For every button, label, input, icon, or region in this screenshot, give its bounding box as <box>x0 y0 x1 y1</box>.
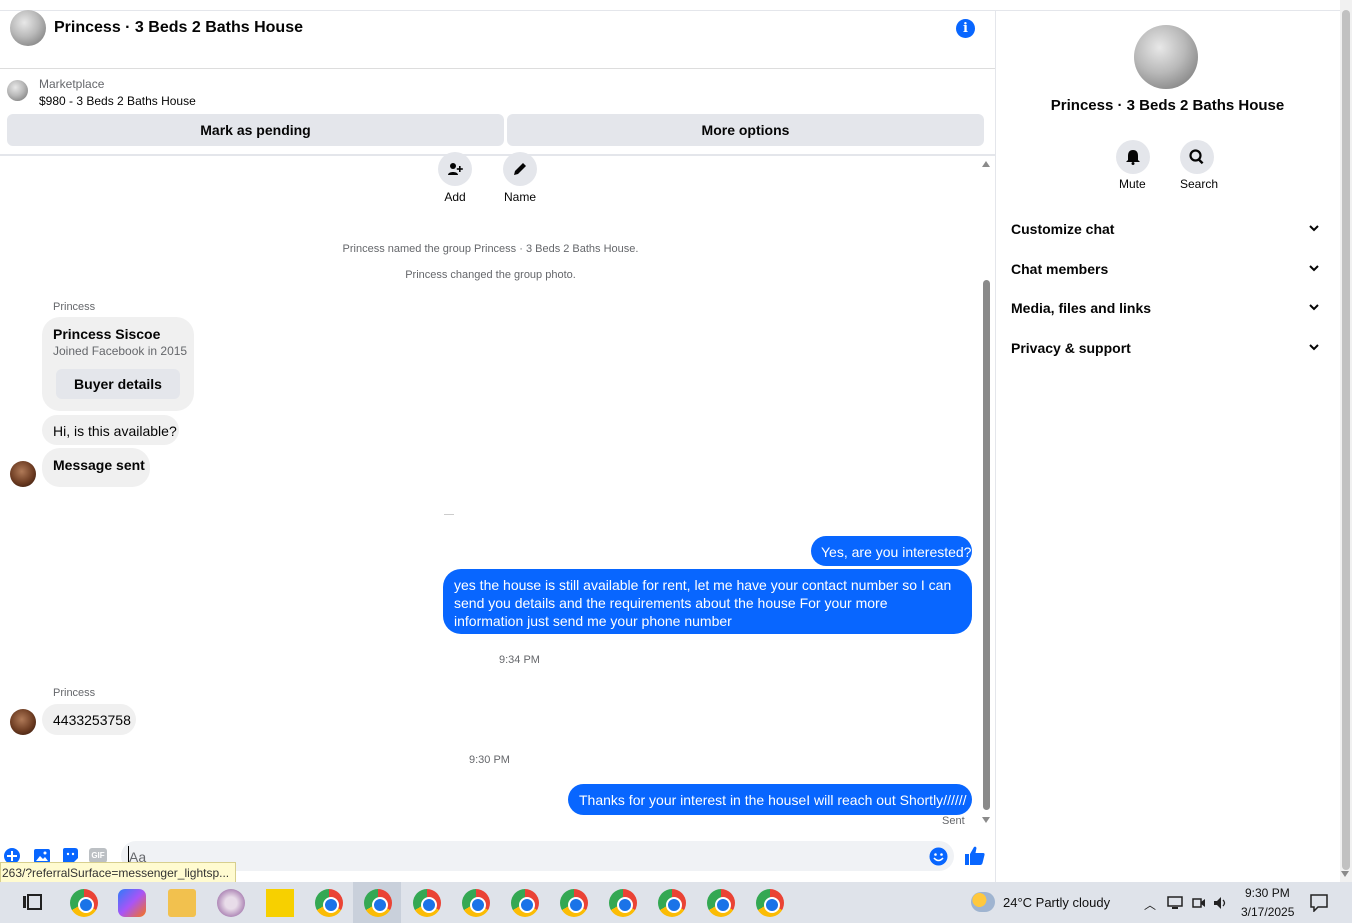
page-scroll-down-arrow[interactable] <box>1341 871 1349 877</box>
status-bar-url: 263/?referralSurface=messenger_lightsp..… <box>0 862 237 884</box>
message-bubble-out[interactable]: yes the house is still available for ren… <box>443 569 972 634</box>
chrome-icon[interactable] <box>756 889 784 917</box>
mark-as-pending-button[interactable]: Mark as pending <box>7 114 504 146</box>
group-avatar[interactable] <box>10 10 46 46</box>
buyer-name: Princess Siscoe <box>53 326 161 342</box>
system-message: Princess named the group Princess · 3 Be… <box>342 243 639 255</box>
weather-text[interactable]: 24°C Partly cloudy <box>1003 895 1110 910</box>
chevron-down-icon[interactable] <box>1308 301 1320 313</box>
message-bubble-in[interactable]: 4433253758 <box>42 704 136 735</box>
listing-thumbnail[interactable] <box>7 80 28 101</box>
add-member-button[interactable] <box>438 152 472 186</box>
browser-top-strip <box>0 0 1340 11</box>
chevron-up-icon[interactable]: ︿ <box>1144 896 1156 913</box>
sticky-notes-icon[interactable] <box>266 889 294 917</box>
marketplace-label: Marketplace <box>39 77 105 91</box>
rename-group-button[interactable] <box>503 152 537 186</box>
chrome-icon[interactable] <box>462 889 490 917</box>
mute-label: Mute <box>1119 177 1146 191</box>
scroll-down-arrow[interactable] <box>982 817 990 823</box>
like-icon[interactable] <box>964 845 986 866</box>
sent-status: Sent <box>942 815 965 827</box>
app-icon[interactable] <box>217 889 245 917</box>
search-label: Search <box>1180 177 1219 191</box>
chrome-icon[interactable] <box>560 889 588 917</box>
volume-icon[interactable] <box>1213 896 1229 910</box>
divider <box>0 154 995 156</box>
emoji-icon[interactable] <box>929 847 948 866</box>
meet-icon[interactable] <box>1192 896 1206 910</box>
message-bubble-in[interactable]: Hi, is this available? <box>42 415 179 445</box>
section-privacy-support[interactable]: Privacy & support <box>1011 340 1131 356</box>
chrome-icon[interactable] <box>707 889 735 917</box>
search-icon <box>1189 149 1204 165</box>
scroll-up-arrow[interactable] <box>982 161 990 167</box>
chrome-icon[interactable] <box>413 889 441 917</box>
chrome-icon[interactable] <box>609 889 637 917</box>
page-scrollbar[interactable] <box>1342 10 1350 870</box>
timestamp: 9:34 PM <box>499 654 540 666</box>
message-bubble-out[interactable]: Yes, are you interested? <box>811 536 972 566</box>
chrome-icon[interactable] <box>511 889 539 917</box>
add-person-icon <box>448 163 463 175</box>
section-customize-chat[interactable]: Customize chat <box>1011 221 1114 237</box>
clock-date[interactable]: 3/17/2025 <box>1241 905 1294 919</box>
timestamp: 9:30 PM <box>469 754 510 766</box>
avatar[interactable] <box>10 461 36 487</box>
copilot-icon[interactable] <box>118 889 146 917</box>
buyer-joined: Joined Facebook in 2015 <box>53 344 188 358</box>
message-scrollbar[interactable] <box>983 280 990 810</box>
divider <box>444 514 454 515</box>
notification-icon[interactable] <box>1310 894 1328 912</box>
sender-name: Princess <box>53 301 96 313</box>
network-icon[interactable] <box>1167 896 1183 910</box>
task-view-icon[interactable] <box>22 893 42 911</box>
info-icon[interactable]: i <box>956 19 975 38</box>
bell-icon <box>1126 150 1140 165</box>
message-bubble-out[interactable]: Thanks for your interest in the houseI w… <box>568 784 972 815</box>
section-media-files-links[interactable]: Media, files and links <box>1011 300 1151 316</box>
chrome-icon[interactable] <box>70 889 98 917</box>
chevron-down-icon[interactable] <box>1308 341 1320 353</box>
more-options-button[interactable]: More options <box>507 114 984 146</box>
system-message: Princess changed the group photo. <box>405 269 576 281</box>
section-chat-members[interactable]: Chat members <box>1011 261 1108 277</box>
search-button[interactable] <box>1180 140 1214 174</box>
chevron-down-icon[interactable] <box>1308 222 1320 234</box>
name-label: Name <box>503 190 536 204</box>
group-photo[interactable] <box>1134 25 1198 89</box>
sender-name: Princess <box>53 687 96 699</box>
message-input[interactable] <box>121 841 954 871</box>
chrome-icon[interactable] <box>364 889 392 917</box>
mute-button[interactable] <box>1116 140 1150 174</box>
chat-title[interactable]: Princess · 3 Beds 2 Baths House <box>54 19 303 37</box>
message-bubble-in[interactable]: Message sent <box>42 448 150 487</box>
chat-details-panel <box>995 11 1340 882</box>
chevron-down-icon[interactable] <box>1308 262 1320 274</box>
weather-icon[interactable] <box>971 892 995 912</box>
chrome-icon[interactable] <box>315 889 343 917</box>
gif-icon[interactable]: GIF <box>89 848 107 863</box>
file-explorer-icon[interactable] <box>168 889 196 917</box>
pencil-icon <box>514 163 526 175</box>
buyer-details-button[interactable]: Buyer details <box>56 369 180 399</box>
add-label: Add <box>444 190 466 204</box>
avatar[interactable] <box>10 709 36 735</box>
panel-title: Princess · 3 Beds 2 Baths House <box>1050 97 1285 114</box>
chrome-icon[interactable] <box>658 889 686 917</box>
listing-title[interactable]: $980 - 3 Beds 2 Baths House <box>39 94 196 108</box>
clock-time[interactable]: 9:30 PM <box>1245 886 1290 900</box>
